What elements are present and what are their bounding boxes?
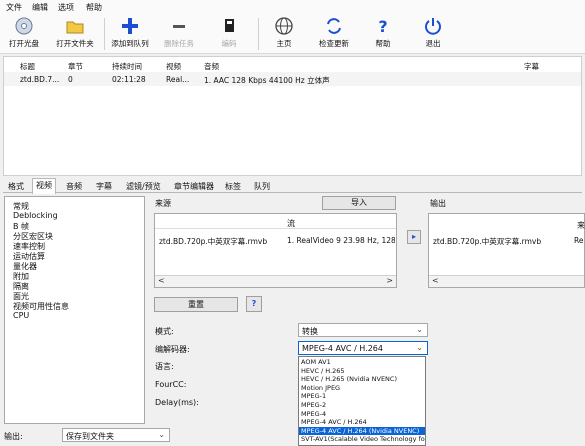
tab-format[interactable]: 格式	[5, 180, 27, 193]
toolbar-separator	[104, 18, 105, 50]
menu-help[interactable]: 帮助	[86, 2, 102, 13]
chevron-down-icon: ⌄	[416, 343, 423, 352]
output-destination-select[interactable]: 保存到文件夹 ⌄	[62, 428, 170, 442]
source-stream-list[interactable]: 流 ztd.BD.720p.中英双字幕.rmvb 1. RealVideo 9 …	[154, 213, 397, 288]
language-label: 语言:	[155, 362, 174, 371]
queue-list[interactable]: 标题 章节 持续时间 视频 音频 字幕 ztd.BD.7... 0 02:11:…	[3, 56, 582, 176]
table-cell: 0	[68, 75, 73, 84]
menu-edit[interactable]: 编辑	[32, 2, 48, 13]
tab-chapter-editor[interactable]: 章节编辑器	[171, 180, 217, 193]
mode-label: 模式:	[155, 327, 174, 336]
output-stream-info: Re	[574, 236, 584, 245]
import-button[interactable]: 导入	[322, 196, 396, 210]
open-folder-button[interactable]: 打开文件夹	[50, 16, 100, 49]
table-cell: 02:11:28	[112, 75, 146, 84]
power-icon	[418, 16, 448, 38]
table-cell: ztd.BD.7...	[20, 75, 60, 84]
dropdown-option[interactable]: MPEG-2	[299, 401, 425, 410]
dropdown-option[interactable]: Motion JPEG	[299, 384, 425, 393]
exit-button[interactable]: 退出	[418, 16, 448, 49]
encode-icon	[212, 16, 246, 38]
scroll-left-icon[interactable]: <	[158, 276, 165, 285]
column-header-duration[interactable]: 持续时间	[112, 61, 142, 72]
table-cell: 1. AAC 128 Kbps 44100 Hz 立体声	[204, 76, 330, 85]
horizontal-scrollbar[interactable]: <	[429, 275, 584, 287]
open-disc-button[interactable]: 打开光盘	[4, 16, 44, 49]
tab-tags[interactable]: 标签	[222, 180, 244, 193]
encode-button[interactable]: 编码	[212, 16, 246, 49]
source-file-name: ztd.BD.720p.中英双字幕.rmvb	[159, 237, 268, 246]
plus-icon	[107, 16, 153, 38]
dropdown-option[interactable]: MPEG-1	[299, 392, 425, 401]
list-item[interactable]: CPU	[13, 311, 29, 320]
horizontal-scrollbar[interactable]: < >	[155, 275, 396, 287]
dropdown-option[interactable]: HEVC / H.265	[299, 367, 425, 376]
fourcc-label: FourCC:	[155, 380, 187, 389]
dropdown-option[interactable]: SVT-AV1(Scalable Video Technology for AV…	[299, 435, 425, 444]
add-stream-button[interactable]: ▸	[407, 230, 421, 244]
tab-audio[interactable]: 音频	[63, 180, 85, 193]
column-header-audio[interactable]: 音频	[204, 61, 219, 72]
remove-task-button[interactable]: 删除任务	[158, 16, 200, 49]
help-question-button[interactable]: ?	[246, 296, 262, 312]
dropdown-option[interactable]: MPEG-4 AVC / H.264	[299, 418, 425, 427]
dropdown-option-selected[interactable]: MPEG-4 AVC / H.264 (Nvidia NVENC)	[299, 426, 425, 436]
bottom-output-label: 输出:	[4, 432, 23, 441]
codec-select[interactable]: MPEG-4 AVC / H.264 ⌄	[298, 341, 428, 355]
dropdown-option[interactable]: MPEG-4	[299, 410, 425, 419]
refresh-icon	[312, 16, 356, 38]
dropdown-option[interactable]: HEVC / H.265 (Nvidia NVENC)	[299, 375, 425, 384]
column-header-video[interactable]: 视频	[166, 61, 181, 72]
home-button[interactable]: 主页	[264, 16, 304, 49]
reset-button[interactable]: 重置	[154, 297, 238, 312]
dropdown-option[interactable]: AOM AV1	[299, 358, 425, 367]
tab-filter-preview[interactable]: 滤镜/预览	[123, 180, 164, 193]
minus-icon	[158, 16, 200, 38]
check-update-button[interactable]: 检查更新	[312, 16, 356, 49]
chevron-down-icon: ⌄	[158, 430, 165, 439]
chevron-down-icon: ⌄	[416, 325, 423, 334]
output-file-name: ztd.BD.720p.中英双字幕.rmvb	[433, 237, 542, 246]
add-to-queue-button[interactable]: 添加到队列	[107, 16, 153, 49]
codec-label: 编解码器:	[155, 345, 190, 354]
video-options-list[interactable]: 常规 Deblocking B 帧 分区宏区块 速率控制 运动估算 量化器 附加…	[4, 196, 145, 424]
column-header-title[interactable]: 标题	[20, 61, 35, 72]
codec-dropdown-list[interactable]: AOM AV1 HEVC / H.265 HEVC / H.265 (Nvidi…	[298, 356, 426, 446]
source-stream-info: 1. RealVideo 9 23.98 Hz, 1280 x	[287, 236, 395, 245]
globe-icon	[264, 16, 304, 38]
output-stream-list[interactable]: 来 ztd.BD.720p.中英双字幕.rmvb Re <	[428, 213, 585, 288]
menu-bar: 文件 编辑 选项 帮助	[0, 0, 585, 14]
help-icon: ?	[378, 17, 388, 36]
menu-file[interactable]: 文件	[6, 2, 22, 13]
scroll-left-icon[interactable]: <	[432, 276, 439, 285]
tab-bar: 格式 视频 音频 字幕 滤镜/预览 章节编辑器 标签 队列	[3, 178, 582, 194]
source-label: 来源	[155, 199, 171, 208]
mode-select[interactable]: 转换 ⌄	[298, 323, 428, 337]
tab-subtitle[interactable]: 字幕	[93, 180, 115, 193]
list-item[interactable]: Deblocking	[13, 211, 58, 220]
help-button[interactable]: ? 帮助	[368, 16, 398, 49]
output-header: 来	[577, 221, 585, 230]
menu-options[interactable]: 选项	[58, 2, 74, 13]
tab-video[interactable]: 视频	[32, 178, 56, 194]
column-header-subtitle[interactable]: 字幕	[524, 61, 539, 72]
output-label: 输出	[430, 199, 446, 208]
table-row[interactable]: ztd.BD.7... 0 02:11:28 Real... 1. AAC 12…	[4, 72, 581, 86]
scroll-right-icon[interactable]: >	[386, 276, 393, 285]
toolbar-separator	[258, 18, 259, 50]
toolbar: 打开光盘 打开文件夹 添加到队列 删除任务 编码 主页 检查更新 ? 帮助 退出	[0, 14, 585, 54]
disc-icon	[4, 16, 44, 38]
column-header-chapter[interactable]: 章节	[68, 61, 83, 72]
folder-icon	[50, 16, 100, 38]
table-cell: Real...	[166, 75, 190, 84]
tab-queue[interactable]: 队列	[251, 180, 273, 193]
divider	[155, 228, 396, 229]
delay-label: Delay(ms):	[155, 398, 199, 407]
